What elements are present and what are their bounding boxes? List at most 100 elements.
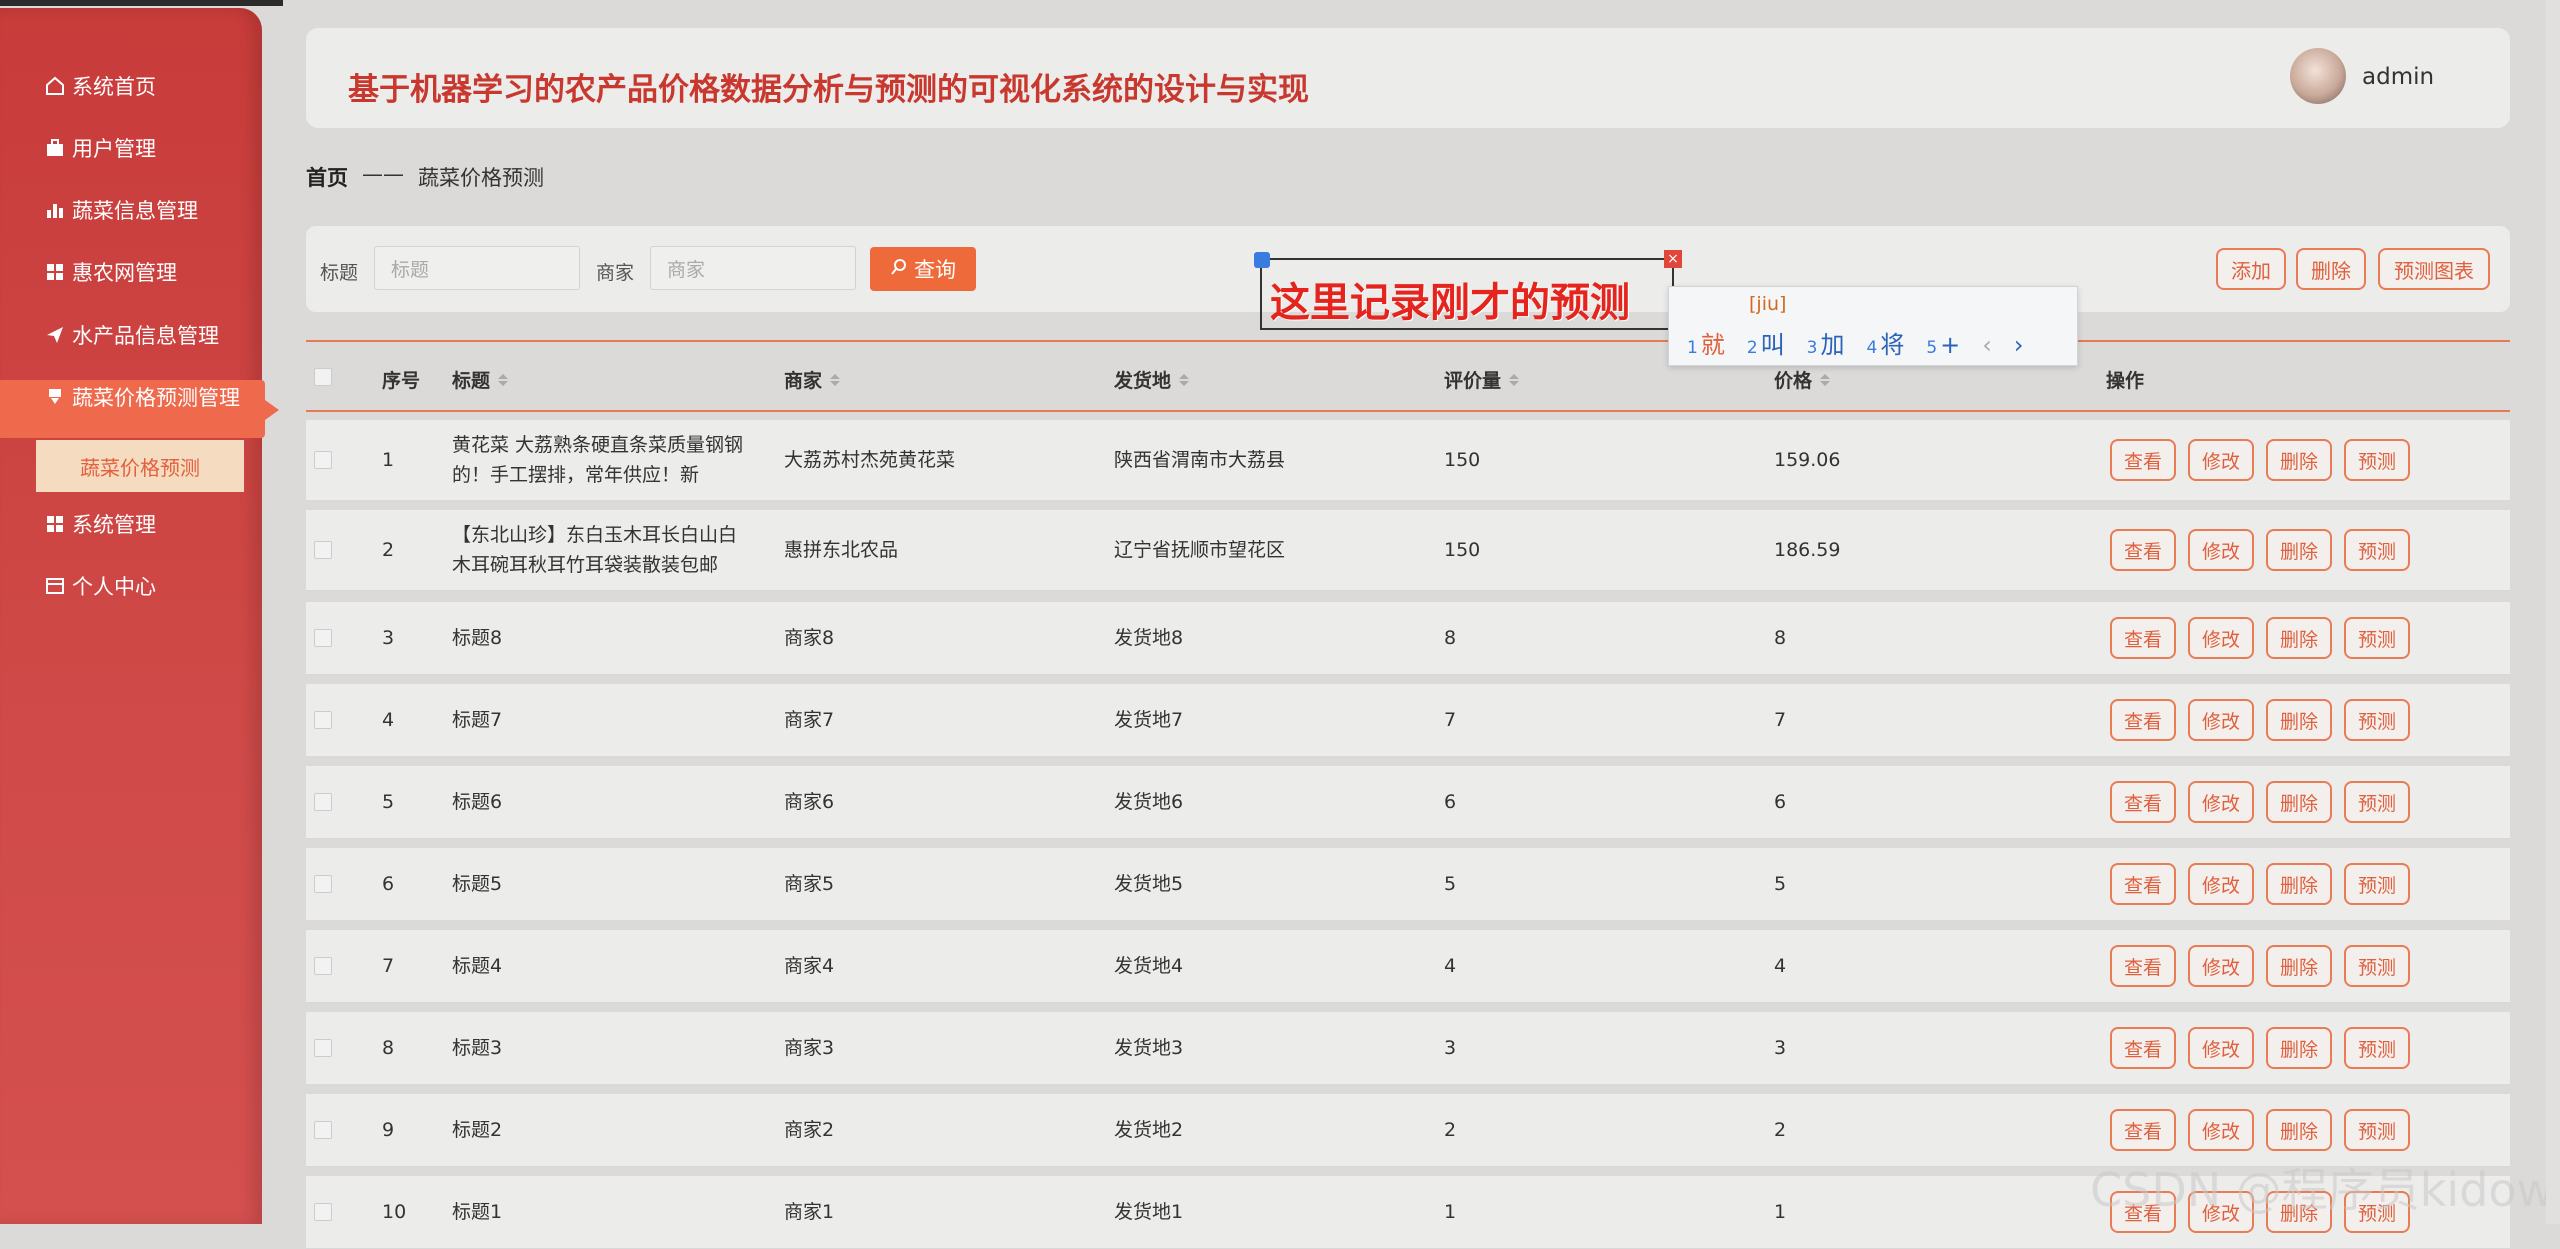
prediction-chart-button[interactable]: 预测图表 — [2378, 248, 2490, 290]
row-checkbox[interactable] — [314, 957, 332, 975]
predict-button[interactable]: 预测 — [2344, 945, 2410, 987]
cell-title: 标题2 — [452, 1119, 503, 1141]
sidebar-item-label: 系统首页 — [72, 75, 156, 99]
predict-button[interactable]: 预测 — [2344, 1027, 2410, 1069]
edit-button[interactable]: 修改 — [2188, 863, 2254, 905]
edit-button[interactable]: 修改 — [2188, 945, 2254, 987]
cell-reviews: 2 — [1444, 1119, 1457, 1141]
ime-candidate-4[interactable]: 4将 — [1866, 325, 1904, 360]
delete-row-button[interactable]: 删除 — [2266, 1027, 2332, 1069]
page-scrollbar[interactable] — [2546, 0, 2560, 1224]
sidebar-item-vegetable-info[interactable]: 蔬菜信息管理 — [44, 190, 198, 230]
view-button[interactable]: 查看 — [2110, 1027, 2176, 1069]
view-button[interactable]: 查看 — [2110, 439, 2176, 481]
header-reviews[interactable]: 评价量 — [1444, 366, 1520, 393]
delete-row-button[interactable]: 删除 — [2266, 617, 2332, 659]
delete-row-button[interactable]: 删除 — [2266, 439, 2332, 481]
add-button[interactable]: 添加 — [2216, 248, 2286, 290]
cell-reviews: 4 — [1444, 955, 1457, 977]
delete-row-button[interactable]: 删除 — [2266, 529, 2332, 571]
delete-row-button[interactable]: 删除 — [2266, 945, 2332, 987]
predict-button[interactable]: 预测 — [2344, 863, 2410, 905]
sidebar-item-users[interactable]: 用户管理 — [44, 128, 156, 168]
edit-button[interactable]: 修改 — [2188, 439, 2254, 481]
row-checkbox[interactable] — [314, 1121, 332, 1139]
header-price[interactable]: 价格 — [1774, 366, 1831, 393]
predict-button[interactable]: 预测 — [2344, 781, 2410, 823]
ime-candidate-2[interactable]: 2叫 — [1747, 325, 1785, 360]
sidebar-item-price-prediction[interactable]: 蔬菜价格预测管理 — [44, 377, 240, 417]
header-price-label: 价格 — [1774, 370, 1813, 392]
cell-reviews: 150 — [1444, 539, 1481, 561]
username[interactable]: admin — [2362, 64, 2434, 90]
ime-candidate-3[interactable]: 3加 — [1807, 325, 1845, 360]
annotation-textbox[interactable]: × 这里记录刚才的预测 — [1254, 250, 1682, 330]
merchant-search-input[interactable]: 商家 — [650, 246, 856, 290]
predict-button[interactable]: 预测 — [2344, 699, 2410, 741]
header-origin[interactable]: 发货地 — [1114, 366, 1190, 393]
sidebar-subitem-vegetable-price-prediction[interactable]: 蔬菜价格预测 — [36, 440, 244, 492]
sidebar-item-system[interactable]: 系统管理 — [44, 504, 156, 544]
header-title[interactable]: 标题 — [452, 366, 509, 393]
row-checkbox[interactable] — [314, 711, 332, 729]
sort-icon[interactable] — [1509, 373, 1520, 386]
predict-button[interactable]: 预测 — [2344, 439, 2410, 481]
edit-button[interactable]: 修改 — [2188, 529, 2254, 571]
sidebar-item-aquatic[interactable]: 水产品信息管理 — [44, 315, 219, 355]
close-icon[interactable]: × — [1664, 250, 1682, 268]
sidebar-item-huinong[interactable]: 惠农网管理 — [44, 252, 177, 292]
predict-button[interactable]: 预测 — [2344, 529, 2410, 571]
table-row: 8 标题3 商家3 发货地3 3 3 查看 修改 删除 预测 — [306, 1012, 2510, 1085]
row-checkbox[interactable] — [314, 1039, 332, 1057]
cell-reviews: 8 — [1444, 627, 1457, 649]
row-checkbox[interactable] — [314, 793, 332, 811]
row-checkbox[interactable] — [314, 875, 332, 893]
view-button[interactable]: 查看 — [2110, 781, 2176, 823]
view-button[interactable]: 查看 — [2110, 529, 2176, 571]
cell-title: 标题5 — [452, 873, 503, 895]
ime-candidate-5[interactable]: 5 + — [1926, 331, 1960, 359]
select-all-checkbox[interactable] — [314, 368, 332, 386]
view-button[interactable]: 查看 — [2110, 863, 2176, 905]
query-button[interactable]: 查询 — [870, 247, 976, 291]
view-button[interactable]: 查看 — [2110, 945, 2176, 987]
row-checkbox[interactable] — [314, 629, 332, 647]
sidebar-item-home[interactable]: 系统首页 — [44, 66, 156, 106]
header-merchant[interactable]: 商家 — [784, 366, 841, 393]
row-checkbox[interactable] — [314, 1203, 332, 1221]
delete-row-button[interactable]: 删除 — [2266, 781, 2332, 823]
view-button[interactable]: 查看 — [2110, 699, 2176, 741]
cell-title: 标题4 — [452, 955, 503, 977]
edit-button[interactable]: 修改 — [2188, 781, 2254, 823]
row-checkbox[interactable] — [314, 541, 332, 559]
ime-candidate-1[interactable]: 1就 — [1687, 325, 1725, 360]
delete-row-button[interactable]: 删除 — [2266, 1109, 2332, 1151]
delete-row-button[interactable]: 删除 — [2266, 863, 2332, 905]
edit-button[interactable]: 修改 — [2188, 617, 2254, 659]
cell-origin: 发货地5 — [1114, 873, 1184, 895]
view-button[interactable]: 查看 — [2110, 617, 2176, 659]
ime-next-page-icon[interactable]: › — [2014, 331, 2024, 359]
breadcrumb: 首页 —— 蔬菜价格预测 — [306, 162, 544, 192]
delete-row-button[interactable]: 删除 — [2266, 699, 2332, 741]
header-title-label: 标题 — [452, 370, 491, 392]
edit-button[interactable]: 修改 — [2188, 1027, 2254, 1069]
avatar[interactable] — [2290, 48, 2346, 104]
predict-button[interactable]: 预测 — [2344, 1109, 2410, 1151]
row-checkbox[interactable] — [314, 451, 332, 469]
sort-icon[interactable] — [498, 373, 509, 386]
view-button[interactable]: 查看 — [2110, 1109, 2176, 1151]
delete-button[interactable]: 删除 — [2296, 248, 2366, 290]
breadcrumb-home[interactable]: 首页 — [306, 162, 348, 192]
sidebar-item-profile[interactable]: 个人中心 — [44, 566, 156, 606]
cell-price: 1 — [1774, 1201, 1787, 1223]
title-search-input[interactable]: 标题 — [374, 246, 580, 290]
edit-button[interactable]: 修改 — [2188, 699, 2254, 741]
rotate-handle-icon[interactable] — [1254, 252, 1270, 268]
sort-icon[interactable] — [830, 373, 841, 386]
ime-prev-page-icon[interactable]: ‹ — [1982, 331, 1992, 359]
sort-icon[interactable] — [1820, 373, 1831, 386]
predict-button[interactable]: 预测 — [2344, 617, 2410, 659]
sort-icon[interactable] — [1179, 373, 1190, 386]
edit-button[interactable]: 修改 — [2188, 1109, 2254, 1151]
